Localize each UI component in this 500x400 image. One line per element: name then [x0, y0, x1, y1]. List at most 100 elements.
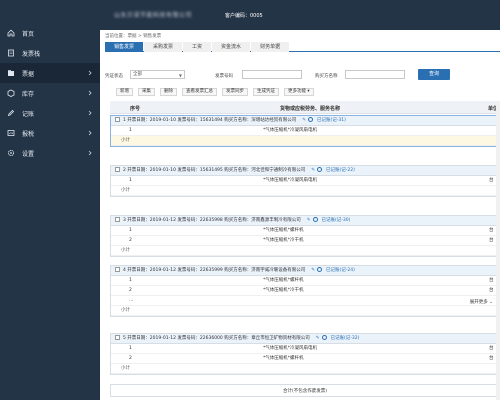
edit-icon[interactable]: ✎ [311, 266, 315, 276]
action-button-3[interactable]: 查看发票汇总 [182, 88, 217, 96]
invoice-group-header: 5 开票日期：2019-01-12 发票号码：22636000 购买方名称：章丘… [111, 334, 499, 344]
voucher-status[interactable]: 已记账(记-22) [326, 168, 355, 173]
box-icon [7, 89, 15, 97]
query-button[interactable]: 查询 [418, 69, 450, 80]
edit-icon[interactable]: ✎ [316, 334, 320, 344]
action-button-0[interactable]: 新增 [116, 88, 133, 96]
report-icon [7, 129, 15, 137]
invoice-summary: 4 开票日期：2019-01-12 发票号码：22635999 购买方名称：济南… [123, 268, 306, 273]
sidebar-item-1[interactable]: 发票栈 [0, 43, 100, 63]
tab-2[interactable]: 工资 [183, 42, 212, 52]
invoice-group: 3 开票日期：2019-01-12 发票号码：22635998 购买方名称：济南… [110, 215, 500, 257]
sidebar-item-label: 设置 [22, 150, 35, 158]
row-seq: 2 [129, 356, 132, 361]
row-unit: 台 [489, 228, 494, 233]
voucher-status[interactable]: 已记账(记-32) [331, 336, 360, 341]
action-button-4[interactable]: 发票同步 [222, 88, 248, 96]
row-seq: 2 [129, 238, 132, 243]
action-button-6[interactable]: 更多功能 ▾ [284, 88, 314, 96]
subtotal-row: 小计 [111, 246, 499, 256]
chevron-right-icon [87, 109, 93, 117]
status-filter-label: 凭证状态 [105, 74, 123, 79]
row-unit: 台 [489, 238, 494, 243]
col-name-header: 货物或应税劳务、服务名称 [280, 106, 341, 112]
row-seq: … [129, 298, 134, 303]
main-content: 当前位置：票据 > 销售发票 销售发票 采购发票 工资 资金流水 财务单据 凭证状态 全… [100, 30, 500, 400]
table-row: 2 *气体压缩机*冷干机 台 [111, 286, 499, 296]
invoice-no-input[interactable] [242, 70, 302, 79]
invoice-group-header: 4 开票日期：2019-01-12 发票号码：22635999 购买方名称：济南… [111, 266, 499, 276]
tab-bar: 销售发票 采购发票 工资 资金流水 财务单据 [105, 42, 500, 52]
sidebar: 首页发票栈 票据 库存记账报税设置 [0, 0, 100, 400]
row-item-name: *气体压缩机*冷凝风扇电机 [263, 128, 317, 133]
gear-icon [7, 149, 15, 157]
sidebar-item-3[interactable]: 库存 [0, 83, 100, 103]
subtotal-label: 小计 [121, 308, 130, 313]
action-button-5[interactable]: 生成凭证 [253, 88, 279, 96]
sidebar-item-label: 首页 [22, 30, 35, 38]
tab-0[interactable]: 销售发票 [105, 42, 144, 52]
buyer-name-input[interactable] [345, 70, 405, 79]
edit-icon[interactable]: ✎ [311, 166, 315, 176]
col-seq-header: 序号 [130, 106, 141, 112]
home-icon [7, 29, 15, 37]
sidebar-item-2[interactable]: 票据 [0, 63, 100, 83]
table-row: 1 *气体压缩机*螺杆机 台 [111, 226, 499, 236]
table-row: 1 *气体压缩机*冷凝风扇电机 台 [111, 344, 499, 354]
sidebar-item-4[interactable]: 记账 [0, 103, 100, 123]
checkbox[interactable] [115, 117, 120, 122]
subtotal-row: 小计 [111, 186, 499, 196]
folder-icon [7, 69, 15, 77]
row-item-name: *气体压缩机*冷凝风扇电机 [263, 178, 317, 183]
chevron-right-icon [87, 149, 93, 157]
action-button-1[interactable]: 采集 [138, 88, 155, 96]
check-circle-icon [317, 167, 322, 172]
table-row: 1 *气体压缩机*冷凝风扇电机 台 [111, 176, 499, 186]
status-filter-select[interactable]: 全部 ▼ [130, 70, 185, 79]
subtotal-label: 小计 [121, 248, 130, 253]
tab-3[interactable]: 资金流水 [212, 42, 251, 52]
row-seq: 1 [129, 228, 132, 233]
row-item-name: *气体压缩机*螺杆机 [263, 278, 304, 283]
chevron-down-icon: ▼ [178, 73, 182, 78]
table-header: 序号 货物或应税劳务、服务名称 单位 [110, 101, 500, 114]
invoice-summary: 3 开票日期：2019-01-12 发票号码：22635998 购买方名称：济南… [123, 218, 301, 223]
sidebar-item-6[interactable]: 设置 [0, 143, 100, 163]
row-item-name: *气体压缩机*螺杆机 [263, 228, 304, 233]
tab-1[interactable]: 采购发票 [144, 42, 183, 52]
row-seq: 2 [129, 288, 132, 293]
vertical-scrollbar[interactable] [496, 101, 500, 400]
edit-icon[interactable]: ✎ [302, 116, 306, 126]
table-row: 1 *气体压缩机*螺杆机 台 [111, 276, 499, 286]
sidebar-item-label: 记账 [22, 110, 35, 118]
row-unit: 台 [489, 346, 494, 351]
row-seq: 1 [129, 178, 132, 183]
check-circle-icon [317, 267, 322, 272]
sidebar-item-0[interactable]: 首页 [0, 23, 100, 43]
checkbox[interactable] [115, 167, 120, 172]
checkbox[interactable] [115, 267, 120, 272]
row-seq: 1 [129, 278, 132, 283]
invoice-no-label: 发票号码 [215, 74, 233, 79]
table-row: 2 *气体压缩机*螺杆机 台 [111, 354, 499, 364]
checkbox[interactable] [115, 335, 120, 340]
row-item-name: *气体压缩机*冷干机 [263, 288, 304, 293]
sidebar-item-5[interactable]: 报税 [0, 123, 100, 143]
tab-4[interactable]: 财务单据 [251, 42, 290, 52]
invoice-group: 4 开票日期：2019-01-12 发票号码：22635999 购买方名称：济南… [110, 265, 500, 317]
action-toolbar: 新增 采集 删除 查看发票汇总 发票同步 生成凭证 更多功能 ▾ [116, 88, 319, 96]
subtotal-row: 小计 [111, 306, 499, 316]
voucher-status[interactable]: 已记账(记-30) [322, 218, 351, 223]
invoice-group-header: 1 开票日期：2019-01-10 发票号码：15631494 购买方名称：深增… [111, 116, 499, 126]
document-icon [7, 49, 15, 57]
action-button-2[interactable]: 删除 [160, 88, 177, 96]
invoice-group: 1 开票日期：2019-01-10 发票号码：15631494 购买方名称：深增… [110, 115, 500, 147]
voucher-status[interactable]: 已记账(记-24) [326, 268, 355, 273]
checkbox[interactable] [115, 217, 120, 222]
edit-icon[interactable]: ✎ [307, 216, 311, 226]
subtotal-label: 小计 [121, 366, 130, 371]
subtotal-label: 小计 [121, 138, 130, 143]
chevron-right-icon [87, 69, 93, 77]
voucher-status[interactable]: 已记账(记-31) [317, 118, 346, 123]
chevron-right-icon [87, 89, 93, 97]
